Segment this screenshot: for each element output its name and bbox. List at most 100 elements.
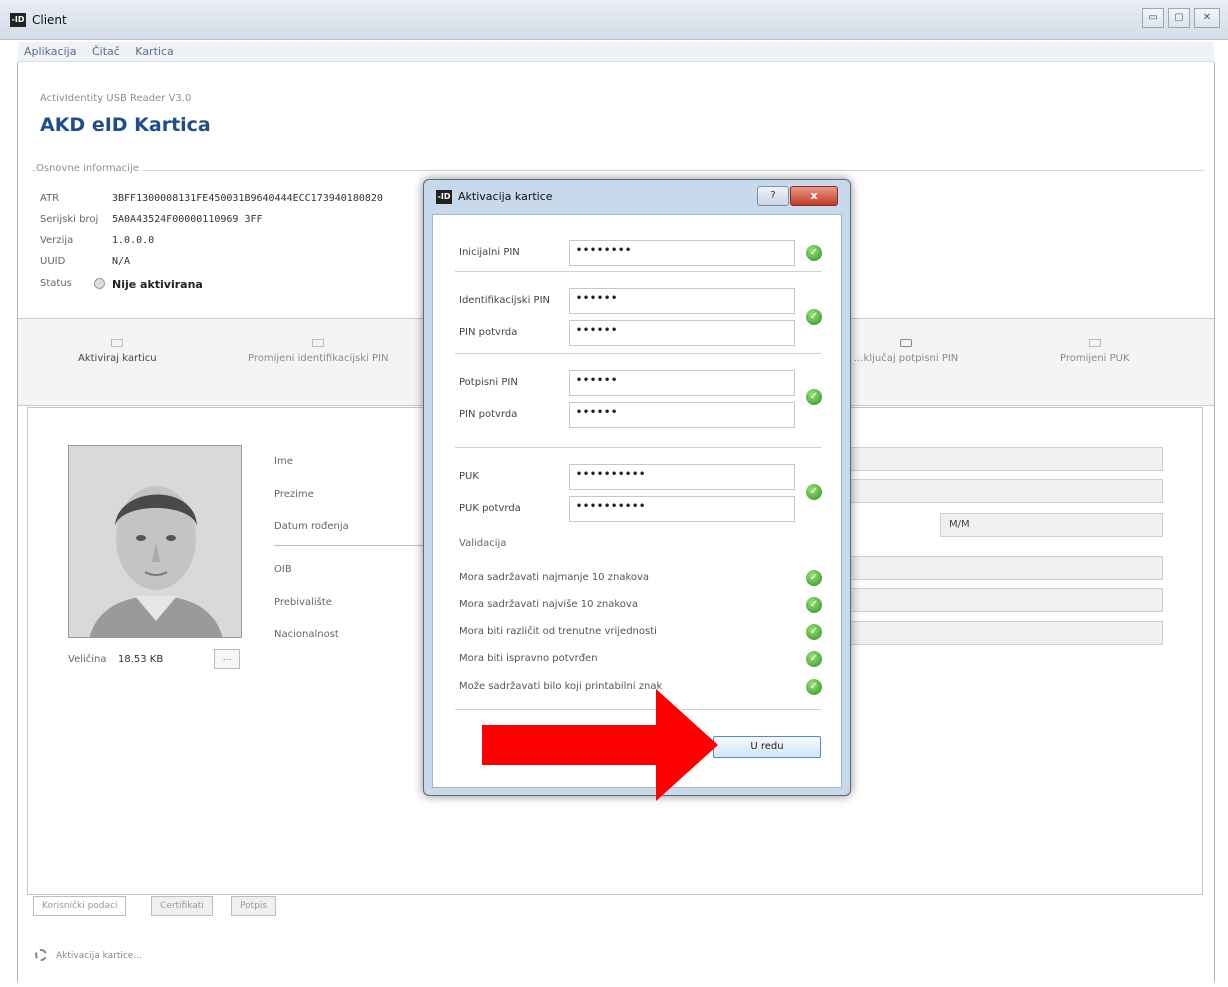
photo-size-label: Veličina [68, 654, 107, 665]
id-pin-input[interactable]: •••••• [569, 288, 795, 314]
face-photo-image [69, 446, 241, 637]
gender-field[interactable]: M/M [940, 513, 1163, 537]
id-pin-confirm-label: PIN potvrda [459, 327, 518, 338]
version-value: 1.0.0.0 [112, 235, 155, 246]
card-icon [111, 339, 124, 347]
last-name-field[interactable] [850, 479, 1163, 503]
sign-pin-label: Potpisni PIN [459, 377, 518, 388]
puk-confirm-label: PUK potvrda [459, 503, 521, 514]
frame-border-left [17, 62, 18, 982]
dialog-help-button[interactable]: ? [757, 186, 789, 206]
app-logo-icon: -ID [10, 13, 26, 27]
status-bar-text: Aktivacija kartice... [56, 951, 142, 961]
frame-border-right [1214, 62, 1215, 982]
action-change-id-pin[interactable]: Promijeni identifikacijski PIN [248, 339, 388, 364]
window-title: Client [32, 13, 67, 27]
atr-label: ATR [40, 193, 60, 204]
rule-min-length-icon: ✓ [806, 570, 822, 586]
action-activate-card[interactable]: Aktiviraj karticu [78, 339, 157, 364]
sign-pin-input[interactable]: •••••• [569, 370, 795, 396]
title-bar: -ID Client ▭ ▢ ✕ [0, 0, 1228, 40]
form-divider [274, 545, 424, 546]
rule-min-length: Mora sadržavati najmanje 10 znakova [459, 572, 650, 583]
card-title: AKD eID Kartica [40, 114, 211, 136]
status-label: Status [40, 278, 72, 289]
action-unlock-sign-pin-label: ...ključaj potpisni PIN [854, 353, 959, 364]
action-change-puk-label: Promijeni PUK [1060, 353, 1130, 364]
id-pin-label: Identifikacijski PIN [459, 295, 551, 306]
serial-value: 5A0A43524F00000110969 3FF [112, 214, 263, 225]
serial-label: Serijski broj [40, 214, 99, 225]
tab-signature[interactable]: Potpis [231, 896, 277, 916]
puk-label: PUK [459, 471, 479, 482]
dialog-logo-icon: -ID [436, 190, 452, 204]
action-change-puk[interactable]: Promijeni PUK [1060, 339, 1130, 364]
oib-label: OIB [274, 564, 292, 575]
busy-spinner-icon [35, 949, 47, 961]
rule-max-length: Mora sadržavati najviše 10 znakova [459, 599, 638, 610]
dialog-close-button[interactable]: x [790, 186, 838, 206]
tab-certificates[interactable]: Certifikati [151, 896, 213, 916]
browse-photo-button[interactable]: ... [214, 649, 240, 669]
uuid-label: UUID [40, 256, 66, 267]
puk-input[interactable]: •••••••••• [569, 464, 795, 490]
nationality-field[interactable] [850, 621, 1163, 645]
status-inactive-icon [94, 278, 105, 289]
section-divider [455, 353, 821, 354]
initial-pin-valid-icon: ✓ [806, 245, 822, 261]
menu-citac[interactable]: Čitač [86, 42, 126, 61]
menu-aplikacija[interactable]: Aplikacija [18, 42, 82, 61]
rule-different-value: Mora biti različit od trenutne vrijednos… [459, 626, 657, 637]
basic-info-label: Osnovne informacije [36, 163, 143, 174]
sign-pin-confirm-label: PIN potvrda [459, 409, 518, 420]
rule-different-value-icon: ✓ [806, 624, 822, 640]
nationality-label: Nacionalnost [274, 629, 339, 640]
photo-size-value: 18.53 KB [118, 654, 164, 665]
sign-pin-valid-icon: ✓ [806, 389, 822, 405]
unlock-icon [900, 339, 913, 347]
last-name-label: Prezime [274, 489, 314, 500]
action-unlock-sign-pin[interactable]: ...ključaj potpisni PIN [854, 339, 958, 364]
uuid-value: N/A [112, 256, 131, 267]
oib-field[interactable] [850, 556, 1163, 580]
rule-confirmed-icon: ✓ [806, 651, 822, 667]
dialog-title: Aktivacija kartice [458, 190, 553, 203]
rule-max-length-icon: ✓ [806, 597, 822, 613]
reader-name: ActivIdentity USB Reader V3.0 [40, 93, 192, 104]
card-icon [1088, 339, 1101, 347]
initial-pin-input[interactable]: •••••••• [569, 240, 795, 266]
section-divider [455, 447, 821, 448]
atr-value: 3BFF1300008131FE450031B9640444ECC1739401… [112, 193, 383, 204]
first-name-field[interactable] [850, 447, 1163, 471]
action-change-id-pin-label: Promijeni identifikacijski PIN [248, 353, 389, 364]
minimize-button[interactable]: ▭ [1142, 8, 1164, 28]
sign-pin-confirm-input[interactable]: •••••• [569, 402, 795, 428]
rule-confirmed: Mora biti ispravno potvrđen [459, 653, 598, 664]
validation-label: Validacija [459, 538, 507, 549]
status-value: Nije aktivirana [112, 278, 203, 291]
residence-field[interactable] [850, 588, 1163, 612]
birth-date-field[interactable] [850, 513, 938, 537]
close-window-button[interactable]: ✕ [1194, 8, 1220, 28]
residence-label: Prebivalište [274, 597, 332, 608]
rule-printable-icon: ✓ [806, 679, 822, 695]
id-pin-confirm-input[interactable]: •••••• [569, 320, 795, 346]
version-label: Verzija [40, 235, 74, 246]
card-icon [312, 339, 325, 347]
maximize-button[interactable]: ▢ [1168, 8, 1190, 28]
puk-confirm-input[interactable]: •••••••••• [569, 496, 795, 522]
group-divider [32, 170, 1204, 171]
red-arrow-annotation [482, 689, 718, 801]
tab-user-data[interactable]: Korisnički podaci [33, 896, 127, 916]
section-divider [455, 271, 821, 272]
initial-pin-label: Inicijalni PIN [459, 247, 520, 258]
id-pin-valid-icon: ✓ [806, 309, 822, 325]
puk-valid-icon: ✓ [806, 484, 822, 500]
first-name-label: Ime [274, 456, 293, 467]
menu-kartica[interactable]: Kartica [129, 42, 179, 61]
action-activate-label: Aktiviraj karticu [78, 353, 157, 364]
menu-bar: Aplikacija Čitač Kartica [18, 42, 1214, 62]
ok-button[interactable]: U redu [713, 736, 821, 758]
birth-date-label: Datum rođenja [274, 521, 349, 532]
holder-photo [68, 445, 242, 638]
